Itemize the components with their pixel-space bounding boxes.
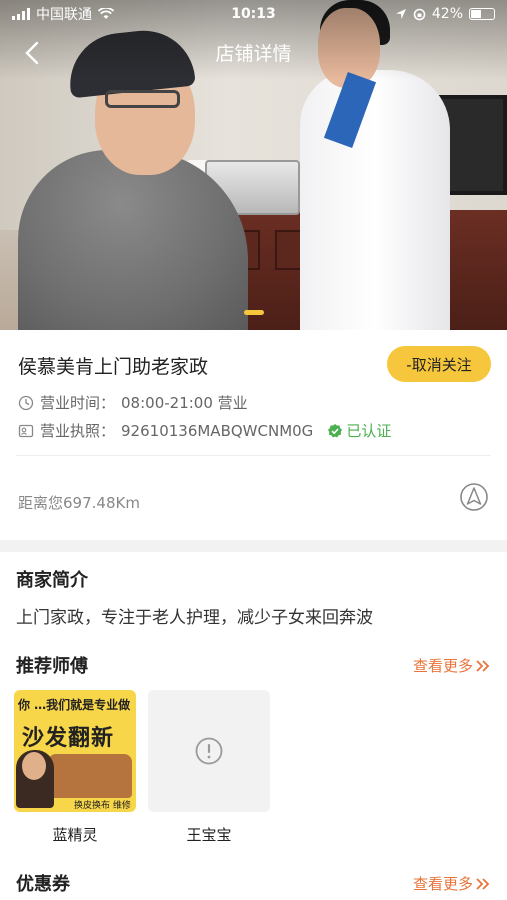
thumb-footer: 换皮换布 维修维修 <box>74 801 131 811</box>
double-chevron-right-icon <box>476 659 490 672</box>
carousel-indicator <box>0 310 507 315</box>
more-label: 查看更多 <box>412 875 473 893</box>
section-gap <box>0 540 507 552</box>
double-chevron-right-icon <box>476 877 490 890</box>
verified-label: 已认证 <box>346 422 392 440</box>
navigation-icon[interactable] <box>459 482 489 512</box>
clock-icon <box>18 395 34 410</box>
page-title: 店铺详情 <box>215 42 292 65</box>
intro-text: 上门家政，专注于老人护理，减少子女来回奔波 <box>16 608 373 628</box>
nurse <box>300 70 450 330</box>
recommend-title: 推荐师傅 <box>16 656 88 677</box>
coupon-title: 优惠券 <box>16 874 70 895</box>
verified-badge: 已认证 <box>327 420 391 441</box>
coupon-more-link[interactable]: 查看更多 <box>413 873 491 894</box>
thumb-headline: 沙发翻新 <box>22 726 115 751</box>
store-info: 侯慕美肯上门助老家政 -取消关注 营业时间： 08:00-21:00 营业 营业… <box>0 330 507 540</box>
verified-check-icon <box>328 423 343 437</box>
business-hours: 营业时间： 08:00-21:00 营业 <box>18 392 248 413</box>
battery-icon <box>469 8 495 20</box>
alert-circle-icon <box>195 737 223 765</box>
distance-text: 距离您697.48Km <box>18 494 140 512</box>
license-card-icon <box>18 424 34 437</box>
worker-photo: 你 …我们就是专业做 沙发翻新 换皮换布 维修维修 <box>14 690 136 812</box>
hours-label: 营业时间： <box>40 394 116 412</box>
back-arrow-icon[interactable] <box>18 38 48 68</box>
hours-value: 08:00-21:00 营业 <box>121 394 248 412</box>
business-license: 营业执照： 92610136MABQWCNM0G 已认证 <box>18 420 391 441</box>
sofa-illustration <box>48 754 132 798</box>
carousel-dot-active <box>243 310 264 315</box>
nav-bar: 店铺详情 <box>0 32 507 72</box>
worker-name: 蓝精灵 <box>52 826 98 844</box>
worker-card[interactable]: 你 …我们就是专业做 沙发翻新 换皮换布 维修维修 蓝精灵 <box>14 690 136 845</box>
status-bar: 中国联通 10:13 42% <box>0 0 507 28</box>
worker-photo-placeholder <box>148 690 270 812</box>
worker-name: 王宝宝 <box>186 826 232 844</box>
more-label: 查看更多 <box>412 657 473 675</box>
intro-title: 商家简介 <box>16 570 88 591</box>
shop-detail-page: 中国联通 10:13 42% 店铺详情 侯慕美肯上门助老家政 -取消关注 营业时… <box>0 0 507 900</box>
divider <box>16 455 491 456</box>
worker-card[interactable]: 王宝宝 <box>148 690 270 845</box>
thumb-caption: 你 …我们就是专业做 <box>18 698 131 712</box>
recommend-more-link[interactable]: 查看更多 <box>413 655 491 676</box>
store-name: 侯慕美肯上门助老家政 <box>18 356 209 378</box>
license-value: 92610136MABQWCNM0G <box>121 421 314 440</box>
license-label: 营业执照： <box>40 422 116 440</box>
status-time: 10:13 <box>231 6 276 22</box>
unfollow-button[interactable]: -取消关注 <box>387 346 491 382</box>
